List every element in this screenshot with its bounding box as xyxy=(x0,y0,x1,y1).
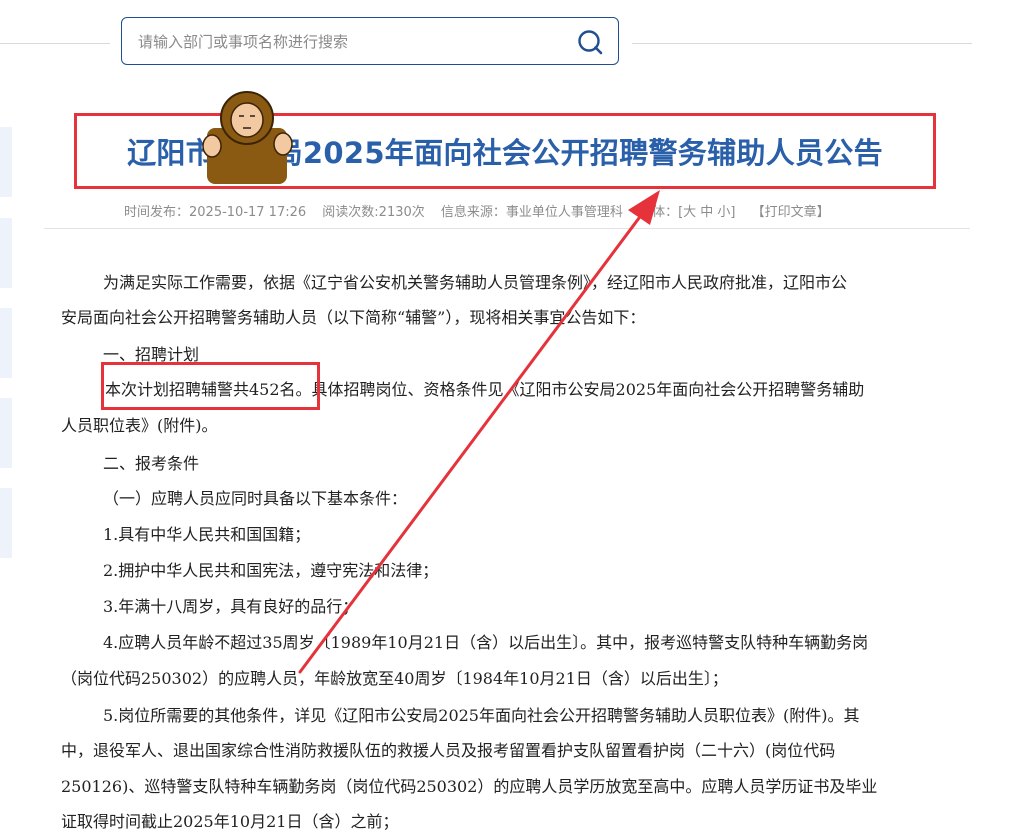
annotation-arrow-icon xyxy=(298,190,660,674)
